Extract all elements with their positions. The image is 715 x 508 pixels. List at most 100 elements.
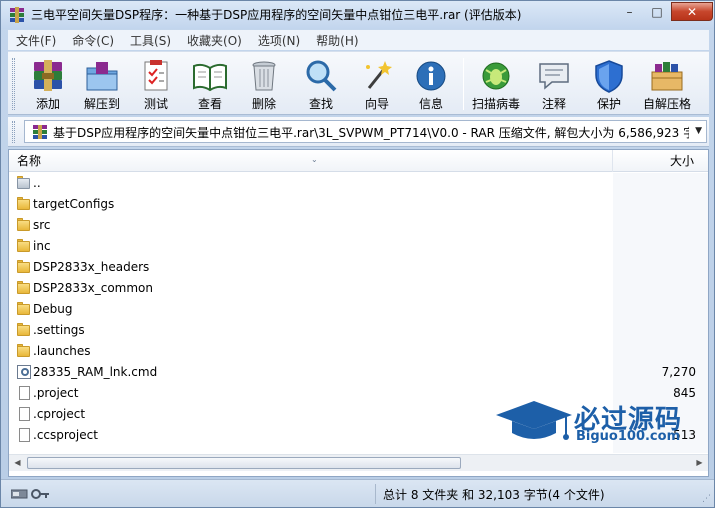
file-icon [16,428,32,443]
virus-scan-button[interactable]: 扫描病毒 [470,56,522,112]
delete-label: 删除 [251,97,276,111]
file-list[interactable]: 名称 ⌄ 大小 .. targetConfigs src inc DSP2833… [8,149,709,477]
menu-file[interactable]: 文件(F) [8,32,64,49]
find-icon [306,60,337,92]
file-rows: .. targetConfigs src inc DSP2833x_header [9,173,708,446]
file-icon [16,386,32,401]
file-name: .ccsproject [33,428,98,442]
info-icon [416,61,446,91]
file-icon [16,407,32,422]
address-bar: 基于DSP应用程序的空间矢量中点钳位三电平.rar\3L_SVPWM_PT714… [8,117,709,147]
folder-icon [16,323,32,338]
comment-icon [539,63,569,90]
close-button[interactable]: ✕ [671,2,713,21]
menu-favorites[interactable]: 收藏夹(O) [179,32,250,49]
sort-caret-icon: ⌄ [311,155,318,164]
sfx-label: 自解压格 [642,97,691,111]
winrar-app-icon [10,7,24,23]
status-bar: 总计 8 文件夹 和 32,103 字节(4 个文件) ⋰ [1,479,714,507]
info-button[interactable]: 信息 [405,56,457,112]
wizard-button[interactable]: 向导 [351,56,403,112]
file-name: src [33,218,51,232]
sfx-icon [651,62,683,91]
file-name: targetConfigs [33,197,115,211]
menu-commands[interactable]: 命令(C) [64,32,122,49]
scroll-left-icon[interactable]: ◀ [9,455,26,471]
extract-to-button[interactable]: 解压到 [76,56,128,112]
folder-icon [16,260,32,275]
extract-to-label: 解压到 [83,97,120,111]
find-label: 查找 [308,97,333,111]
folder-icon [16,218,32,233]
sfx-button[interactable]: 自解压格 [641,56,693,112]
find-button[interactable]: 查找 [295,56,347,112]
table-row[interactable]: .settings [9,320,708,341]
parent-folder-icon [16,176,32,191]
status-summary: 总计 8 文件夹 和 32,103 字节(4 个文件) [383,488,605,502]
minimize-button[interactable]: – [616,2,643,21]
table-row[interactable]: .launches [9,341,708,362]
menu-help[interactable]: 帮助(H) [308,32,366,49]
view-icon [193,63,227,92]
file-name: 28335_RAM_lnk.cmd [33,365,158,379]
comment-button[interactable]: 注释 [528,56,580,112]
status-separator [375,484,376,504]
test-button[interactable]: 测试 [130,56,182,112]
view-button[interactable]: 查看 [184,56,236,112]
address-bar-grip[interactable] [12,121,15,143]
resize-grip-icon[interactable]: ⋰ [702,494,711,504]
maximize-icon: □ [651,4,663,19]
add-button[interactable]: 添加 [22,56,74,112]
delete-button[interactable]: 删除 [238,56,290,112]
virus-scan-label: 扫描病毒 [471,97,520,111]
folder-icon [16,344,32,359]
table-row[interactable]: src [9,215,708,236]
table-row[interactable]: targetConfigs [9,194,708,215]
comment-label: 注释 [541,97,566,111]
column-size-label: 大小 [669,154,694,168]
table-row[interactable]: .project 845 [9,383,708,404]
menu-tools[interactable]: 工具(S) [122,32,179,49]
column-headers: 名称 ⌄ 大小 [9,150,708,172]
winrar-window: 三电平空间矢量DSP程序：一种基于DSP应用程序的空间矢量中点钳位三电平.rar… [0,0,715,508]
file-size: 7,270 [661,365,696,379]
virus-scan-icon [482,62,510,90]
table-row[interactable]: .cproject [9,404,708,425]
menu-bar: 文件(F) 命令(C) 工具(S) 收藏夹(O) 选项(N) 帮助(H) [8,30,709,50]
add-label: 添加 [35,97,60,111]
extract-to-icon [86,62,118,91]
close-icon: ✕ [686,4,698,19]
table-row[interactable]: 28335_RAM_lnk.cmd 7,270 [9,362,708,383]
archive-path: 基于DSP应用程序的空间矢量中点钳位三电平.rar\3L_SVPWM_PT714… [53,126,689,140]
toolbar-separator [463,58,464,110]
column-header-name[interactable]: 名称 ⌄ [9,150,613,172]
toolbar-grip[interactable] [12,58,15,110]
cmd-file-icon [16,365,32,380]
protect-icon [595,60,623,93]
file-name: .settings [33,323,85,337]
menu-options[interactable]: 选项(N) [250,32,308,49]
table-row[interactable]: .ccsproject 513 [9,425,708,446]
column-header-size[interactable]: 大小 [614,150,708,172]
file-name: .launches [33,344,91,358]
table-row[interactable]: inc [9,236,708,257]
chevron-down-icon[interactable]: ▼ [695,126,702,136]
file-name: DSP2833x_headers [33,260,150,274]
horizontal-scrollbar[interactable]: ◀ ▶ [9,454,708,471]
table-row[interactable]: Debug [9,299,708,320]
protect-label: 保护 [596,97,621,111]
table-row[interactable]: .. [9,173,708,194]
table-row[interactable]: DSP2833x_common [9,278,708,299]
title-bar[interactable]: 三电平空间矢量DSP程序：一种基于DSP应用程序的空间矢量中点钳位三电平.rar… [1,1,714,29]
archive-icon [33,125,47,139]
scrollbar-thumb[interactable] [27,457,461,469]
path-field[interactable]: 基于DSP应用程序的空间矢量中点钳位三电平.rar\3L_SVPWM_PT714… [24,120,707,143]
add-archive-icon [34,60,62,91]
maximize-button[interactable]: □ [644,2,670,21]
folder-icon [16,302,32,317]
table-row[interactable]: DSP2833x_headers [9,257,708,278]
folder-icon [16,197,32,212]
protect-button[interactable]: 保护 [583,56,635,112]
test-label: 测试 [143,97,168,111]
scroll-right-icon[interactable]: ▶ [691,455,708,471]
